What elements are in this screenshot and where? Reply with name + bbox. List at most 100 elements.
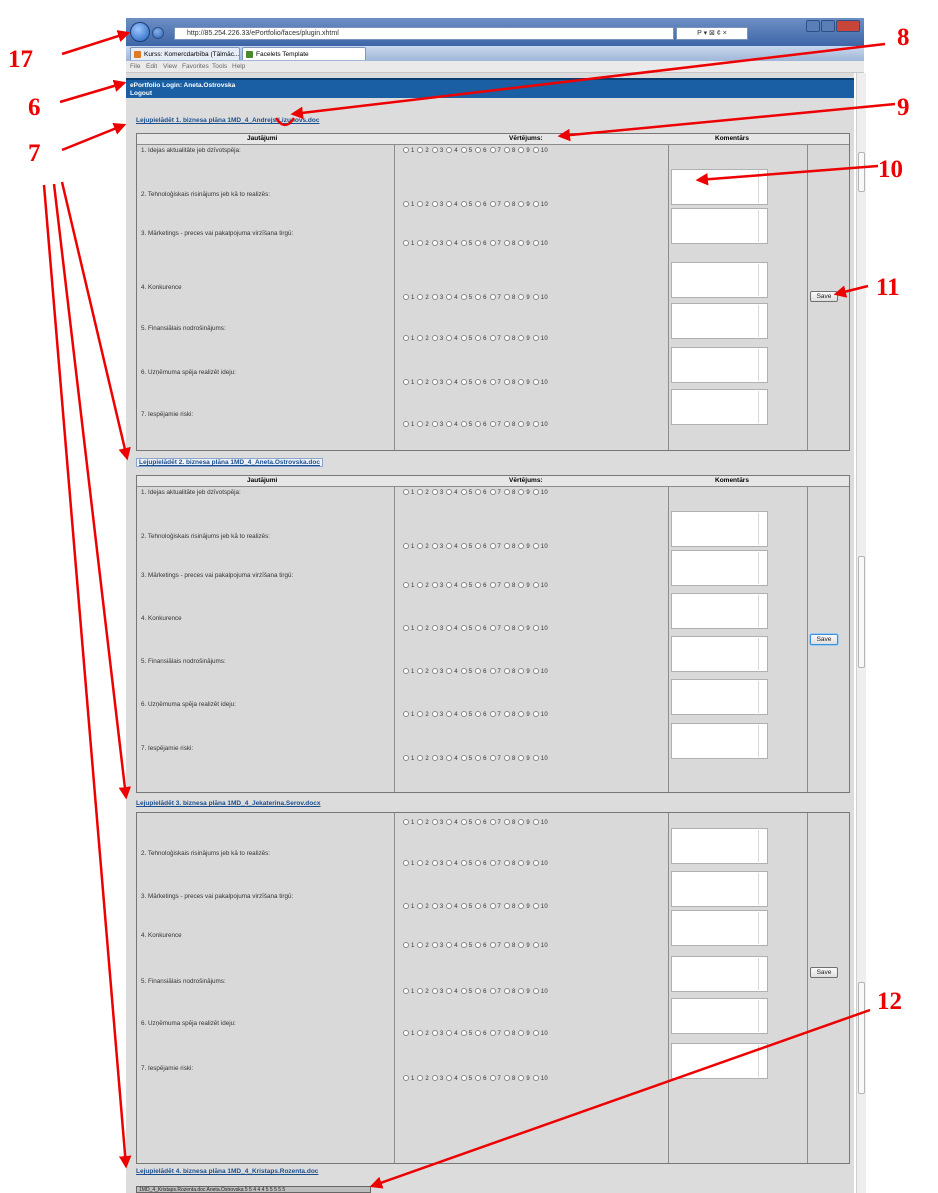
rating-radio[interactable]	[460, 625, 467, 631]
scrollbar-thumb[interactable]	[858, 556, 865, 668]
maximize-icon[interactable]	[821, 20, 835, 32]
rating-radio[interactable]	[417, 903, 424, 909]
rating-radio[interactable]	[403, 755, 409, 761]
rating-radio[interactable]	[518, 582, 525, 588]
rating-radio[interactable]	[475, 147, 482, 153]
rating-radio[interactable]	[417, 543, 424, 549]
rating-radio[interactable]	[403, 240, 409, 246]
rating-radio[interactable]	[431, 201, 438, 207]
rating-radio[interactable]	[403, 1075, 409, 1081]
rating-radio[interactable]	[446, 625, 453, 631]
rating-radio[interactable]	[446, 711, 453, 717]
address-tools[interactable]: P ▾ ⊠ ¢ ×	[676, 27, 748, 40]
rating-radio[interactable]	[489, 903, 496, 909]
rating-radio[interactable]	[518, 755, 525, 761]
rating-radio[interactable]	[460, 489, 467, 495]
rating-radio[interactable]	[446, 489, 453, 495]
comment-textarea[interactable]	[671, 910, 768, 946]
comment-textarea[interactable]	[671, 208, 768, 244]
rating-radio[interactable]	[403, 335, 409, 341]
rating-radio[interactable]	[417, 668, 424, 674]
rating-radio[interactable]	[460, 668, 467, 674]
rating-radio[interactable]	[503, 1030, 510, 1036]
comment-textarea[interactable]	[671, 679, 768, 715]
rating-radio[interactable]	[417, 582, 424, 588]
rating-radio[interactable]	[518, 668, 525, 674]
rating-radio[interactable]	[431, 379, 438, 385]
rating-radio[interactable]	[460, 294, 467, 300]
rating-radio[interactable]	[417, 988, 424, 994]
rating-radio[interactable]	[403, 903, 409, 909]
rating-radio[interactable]	[446, 988, 453, 994]
rating-radio[interactable]	[489, 755, 496, 761]
forward-icon[interactable]	[152, 27, 164, 39]
rating-radio[interactable]	[446, 1030, 453, 1036]
rating-radio[interactable]	[489, 489, 496, 495]
rating-radio[interactable]	[431, 860, 438, 866]
rating-radio[interactable]	[446, 201, 453, 207]
menu-help[interactable]: Help	[232, 62, 245, 72]
rating-radio[interactable]	[446, 335, 453, 341]
rating-radio[interactable]	[489, 240, 496, 246]
rating-radio[interactable]	[489, 582, 496, 588]
rating-radio[interactable]	[431, 582, 438, 588]
menu-edit[interactable]: Edit	[146, 62, 157, 72]
rating-radio[interactable]	[532, 819, 539, 825]
rating-radio[interactable]	[518, 379, 525, 385]
tab-course[interactable]: Kurss: Komercdarbība (Tālmāc...	[130, 47, 240, 60]
menu-tools[interactable]: Tools	[212, 62, 227, 72]
rating-radio[interactable]	[503, 294, 510, 300]
rating-radio[interactable]	[417, 711, 424, 717]
comment-textarea[interactable]	[671, 871, 768, 907]
rating-radio[interactable]	[475, 668, 482, 674]
rating-radio[interactable]	[518, 1075, 525, 1081]
rating-radio[interactable]	[489, 335, 496, 341]
menu-view[interactable]: View	[163, 62, 177, 72]
rating-radio[interactable]	[503, 147, 510, 153]
rating-radio[interactable]	[518, 240, 525, 246]
address-bar[interactable]: http://85.254.226.33/ePortfolio/faces/pl…	[174, 27, 674, 40]
rating-radio[interactable]	[518, 543, 525, 549]
rating-radio[interactable]	[518, 942, 525, 948]
rating-radio[interactable]	[403, 860, 409, 866]
rating-radio[interactable]	[460, 819, 467, 825]
comment-textarea[interactable]	[671, 389, 768, 425]
rating-radio[interactable]	[518, 988, 525, 994]
rating-radio[interactable]	[431, 711, 438, 717]
rating-radio[interactable]	[446, 755, 453, 761]
save-button[interactable]: Save	[810, 634, 838, 645]
rating-radio[interactable]	[503, 240, 510, 246]
rating-radio[interactable]	[475, 942, 482, 948]
rating-radio[interactable]	[403, 421, 409, 427]
rating-radio[interactable]	[503, 201, 510, 207]
rating-radio[interactable]	[475, 421, 482, 427]
rating-radio[interactable]	[460, 421, 467, 427]
rating-radio[interactable]	[475, 711, 482, 717]
rating-radio[interactable]	[460, 755, 467, 761]
rating-radio[interactable]	[446, 903, 453, 909]
rating-radio[interactable]	[460, 711, 467, 717]
rating-radio[interactable]	[503, 819, 510, 825]
rating-radio[interactable]	[489, 421, 496, 427]
rating-radio[interactable]	[518, 294, 525, 300]
rating-radio[interactable]	[532, 903, 539, 909]
rating-radio[interactable]	[460, 942, 467, 948]
rating-radio[interactable]	[475, 294, 482, 300]
rating-radio[interactable]	[503, 543, 510, 549]
rating-radio[interactable]	[475, 819, 482, 825]
rating-radio[interactable]	[532, 294, 539, 300]
rating-radio[interactable]	[518, 903, 525, 909]
rating-radio[interactable]	[417, 379, 424, 385]
rating-radio[interactable]	[403, 147, 409, 153]
rating-radio[interactable]	[532, 421, 539, 427]
download-link-3[interactable]: Lejupielādēt 3. biznesa plāna 1MD_4_Jeka…	[136, 800, 320, 807]
rating-radio[interactable]	[503, 711, 510, 717]
rating-radio[interactable]	[431, 543, 438, 549]
rating-radio[interactable]	[431, 668, 438, 674]
rating-radio[interactable]	[431, 1030, 438, 1036]
rating-radio[interactable]	[518, 489, 525, 495]
rating-radio[interactable]	[475, 582, 482, 588]
rating-radio[interactable]	[532, 543, 539, 549]
comment-textarea[interactable]	[671, 593, 768, 629]
rating-radio[interactable]	[446, 942, 453, 948]
